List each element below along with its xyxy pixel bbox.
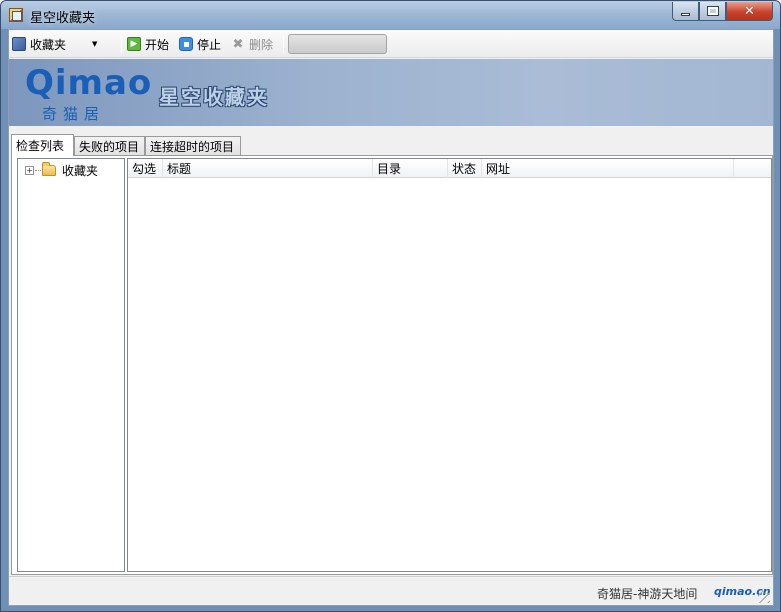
toolbar-separator	[283, 35, 284, 53]
banner: Qimao 奇猫居 星空收藏夹	[9, 59, 773, 126]
app-icon[interactable]	[9, 8, 23, 22]
chevron-down-icon: ▼	[92, 40, 98, 48]
tree-node-label: 收藏夹	[62, 163, 99, 178]
column-header-check[interactable]: 勾选	[128, 159, 163, 178]
minimize-button[interactable]	[672, 2, 699, 21]
stop-icon	[179, 37, 193, 51]
toolbar: 收藏夹 ▼ ▶ 开始 停止 ✖ 删除	[9, 30, 773, 58]
column-header-directory[interactable]: 目录	[373, 159, 448, 178]
delete-button[interactable]: ✖ 删除	[231, 35, 273, 53]
close-button[interactable]: ✕	[726, 2, 773, 21]
client-area: 收藏夹 ▼ ▶ 开始 停止 ✖ 删除 Qimao 奇猫居 星空收藏夹 检查列表 …	[8, 29, 774, 606]
minimize-icon	[681, 12, 690, 16]
tab-check-list[interactable]: 检查列表	[11, 134, 74, 156]
stop-button[interactable]: 停止	[179, 35, 221, 53]
tree-connector	[35, 169, 41, 171]
main-window: 星空收藏夹 ✕ 收藏夹 ▼ ▶ 开始 停止 ✖ 删除 Qimao 奇猫居 星空收…	[0, 0, 781, 612]
play-icon: ▶	[127, 37, 141, 51]
tab-timeout-items[interactable]: 连接超时的项目	[145, 136, 241, 155]
title-bar[interactable]: 星空收藏夹 ✕	[1, 1, 780, 29]
status-bar: 奇猫居-神游天地间 qimao.cn	[9, 576, 773, 605]
bookmark-list[interactable]: 勾选 标题 目录 状态 网址	[127, 158, 772, 572]
favorites-dropdown[interactable]: 收藏夹 ▼	[12, 35, 97, 53]
logo: Qimao	[25, 63, 153, 103]
toolbar-separator	[121, 35, 122, 53]
expand-icon[interactable]: +	[25, 165, 34, 175]
start-button[interactable]: ▶ 开始	[127, 35, 169, 53]
folder-icon	[42, 161, 56, 176]
list-header: 勾选 标题 目录 状态 网址	[128, 159, 771, 178]
window-title: 星空收藏夹	[30, 11, 96, 26]
maximize-button[interactable]	[699, 2, 726, 21]
maximize-icon	[706, 6, 719, 16]
resize-grip[interactable]	[758, 591, 770, 603]
tab-failed-items[interactable]: 失败的项目	[74, 136, 145, 155]
column-header-title[interactable]: 标题	[163, 159, 373, 178]
banner-title: 星空收藏夹	[159, 85, 269, 109]
delete-label: 删除	[249, 37, 274, 52]
start-label: 开始	[145, 37, 170, 52]
favorites-label: 收藏夹	[30, 37, 67, 52]
folder-tree[interactable]: + 收藏夹	[17, 158, 125, 572]
column-header-url[interactable]: 网址	[482, 159, 734, 178]
column-header-status[interactable]: 状态	[448, 159, 482, 178]
status-text: 奇猫居-神游天地间	[597, 587, 698, 601]
tree-node-favorites[interactable]: + 收藏夹	[25, 161, 99, 178]
close-icon: ✕	[744, 3, 755, 19]
favorites-icon	[12, 37, 26, 51]
tab-panel: + 收藏夹 勾选 标题 目录 状态 网址	[11, 155, 773, 575]
logo-subtitle: 奇猫居	[42, 105, 106, 123]
delete-x-icon: ✖	[232, 36, 244, 52]
progress-bar	[288, 34, 387, 54]
stop-label: 停止	[197, 37, 222, 52]
